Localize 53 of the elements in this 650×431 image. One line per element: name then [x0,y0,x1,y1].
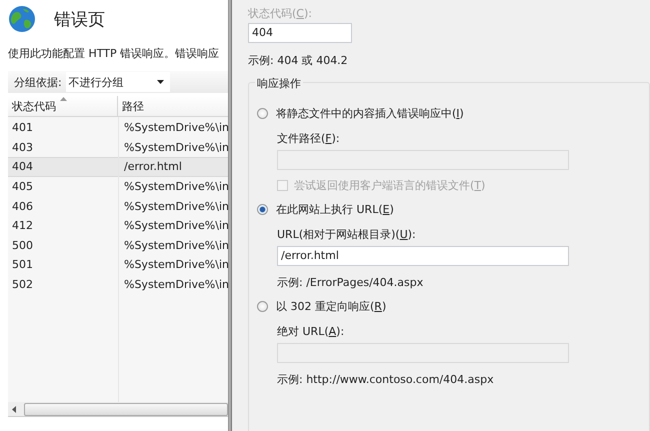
table-cell-text: %SystemDrive%\in [123,140,228,154]
table-cell-text: %SystemDrive%\in [123,258,228,272]
table-row[interactable]: 404 /error.html [8,157,228,177]
table-row[interactable]: 406 %SystemDrive%\in [8,196,228,216]
input-field[interactable]: /error.html [277,246,569,266]
table-cell-text: /error.html [123,160,183,174]
radio-button[interactable] [257,204,268,214]
horizontal-scrollbar[interactable] [8,402,228,416]
page-description: 使用此功能配置 HTTP 错误响应。错误响应 [8,46,220,61]
table-cell-text: 501 [11,258,34,272]
table-row[interactable]: 502 %SystemDrive%\in [8,274,228,294]
table-row[interactable]: 412 %SystemDrive%\in [8,216,228,236]
table-cell-text: 401 [11,121,34,134]
table-cell-text: 404 [11,160,34,174]
table-cell-text: 403 [11,140,34,154]
group-by-label: 分组依据: [14,74,62,90]
table-cell-text: 405 [11,180,34,194]
globe-icon [8,5,36,33]
table-cell-text: %SystemDrive%\in [123,219,228,232]
field-label: 文件路径(F): [277,131,341,146]
sort-icon [60,97,67,101]
table-cell-text: 500 [11,238,34,252]
radio-button[interactable] [257,300,268,312]
table-cell-text: %SystemDrive%\in [123,180,228,194]
caret-icon [156,80,164,84]
field-label: 绝对 URL(A): [277,324,346,339]
example-text: 示例: /ErrorPages/404.aspx [277,275,424,290]
table-row[interactable]: 403 %SystemDrive%\in [8,138,228,158]
group-title: 响应操作 [255,76,303,91]
table-cell-text: 502 [11,278,34,292]
scroll-left-icon[interactable] [12,406,16,412]
page-title: 错误页 [54,8,105,30]
table-cell-text: %SystemDrive%\in [123,238,228,252]
table-row[interactable]: 500 %SystemDrive%\in [8,236,228,256]
table-row[interactable]: 401 %SystemDrive%\in [8,118,228,138]
radio-button[interactable] [257,108,268,118]
table-row[interactable]: 501 %SystemDrive%\in [8,255,228,275]
column-header[interactable]: 路径 [118,96,228,116]
field-label: URL(相对于网站根目录)(U): [277,227,417,242]
radio-label[interactable]: 将静态文件中的内容插入错误响应中(I) [276,106,464,120]
table-cell-text: 412 [11,219,34,232]
radio-label[interactable]: 以 302 重定向响应(R) [276,298,386,314]
group-by-dropdown[interactable]: 不进行分组 [66,72,170,92]
table-cell-text: 406 [11,200,34,213]
status-code-label: 状态代码(C): [248,6,313,21]
example-text: 示例: 404 或 404.2 [248,53,349,68]
table-cell-text: %SystemDrive%\in [123,278,228,292]
table-cell-text: %SystemDrive%\in [123,200,228,213]
radio-label[interactable]: 在此网站上执行 URL(E) [276,202,394,216]
column-header[interactable]: 状态代码 [8,96,118,116]
table-row[interactable]: 405 %SystemDrive%\in [8,176,228,196]
table-cell-text: %SystemDrive%\in [123,121,228,134]
example-text: 示例: http://www.contoso.com/404.aspx [277,372,495,387]
